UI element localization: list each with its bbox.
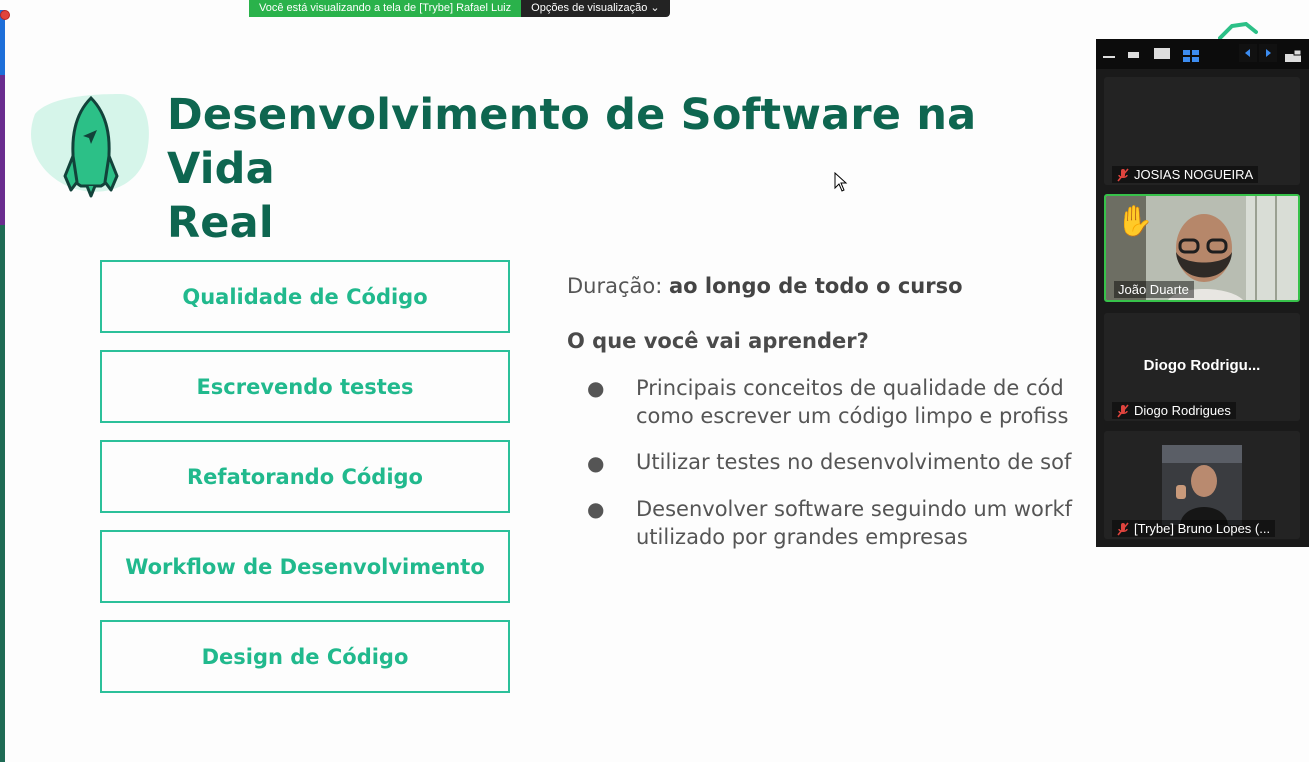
view-options-label: Opções de visualização — [531, 2, 648, 14]
learn-heading: O que você vai aprender? — [567, 329, 869, 353]
viewing-message: Você está visualizando a tela de [Trybe]… — [249, 0, 522, 17]
topic-label: Workflow de Desenvolvimento — [125, 554, 485, 579]
chevron-down-icon: ⌄ — [650, 2, 660, 14]
participant-name-label: João Duarte — [1118, 282, 1189, 297]
bullet-line: Desenvolver software seguindo um workf — [636, 497, 1073, 521]
bullet-item: Principais conceitos de qualidade de cód… — [636, 374, 1096, 430]
duration-label: Duração: — [567, 274, 663, 298]
bullet-item: Utilizar testes no desenvolvimento de so… — [636, 448, 1096, 476]
panel-toolbar — [1096, 39, 1309, 69]
title-line-1: Desenvolvimento de Software na Vida — [167, 90, 977, 194]
topic-label: Refatorando Código — [187, 464, 423, 489]
participant-name: [Trybe] Bruno Lopes (... — [1112, 520, 1276, 537]
topic-box: Workflow de Desenvolvimento — [100, 530, 510, 603]
topic-box: Refatorando Código — [100, 440, 510, 513]
mic-muted-icon — [1117, 167, 1129, 182]
topic-box: Design de Código — [100, 620, 510, 693]
minimize-icon[interactable] — [1103, 56, 1115, 58]
next-page-icon[interactable] — [1259, 44, 1277, 62]
participant-name: João Duarte — [1114, 281, 1194, 298]
video-participants-panel: JOSIAS NOGUEIRA ✋ João Duarte Diogo Rodr… — [1096, 39, 1309, 547]
previous-page-icon[interactable] — [1239, 44, 1257, 62]
participant-tile[interactable]: JOSIAS NOGUEIRA — [1104, 77, 1300, 185]
screen-share-banner: Você está visualizando a tela de [Trybe]… — [249, 0, 670, 17]
participant-center-name: Diogo Rodrigu... — [1143, 357, 1261, 374]
topic-box: Escrevendo testes — [100, 350, 510, 423]
trybe-logo-icon — [1218, 22, 1258, 40]
bullet-dot: ● — [587, 376, 605, 400]
topic-label: Qualidade de Código — [182, 284, 428, 309]
bullet-dot: ● — [587, 497, 605, 521]
mic-muted-icon — [1117, 521, 1129, 536]
topic-label: Design de Código — [201, 644, 409, 669]
bullet-item: Desenvolver software seguindo um workf u… — [636, 495, 1096, 551]
participant-name-label: Diogo Rodrigues — [1134, 403, 1231, 418]
topic-box: Qualidade de Código — [100, 260, 510, 333]
participant-name-label: [Trybe] Bruno Lopes (... — [1134, 521, 1271, 536]
title-line-2: Real — [167, 198, 274, 248]
bullet-line: utilizado por grandes empresas — [636, 525, 968, 549]
small-view-icon[interactable] — [1128, 52, 1139, 58]
view-options-button[interactable]: Opções de visualização ⌄ — [521, 0, 670, 17]
mouse-cursor-icon — [834, 172, 848, 192]
window-edge — [0, 0, 5, 762]
bullet-line: Principais conceitos de qualidade de cód — [636, 376, 1064, 400]
gallery-view-icon[interactable] — [1183, 47, 1199, 62]
bullet-line: como escrever um código limpo e profiss — [636, 404, 1069, 428]
duration-value: ao longo de todo o curso — [669, 274, 963, 298]
video-feed — [1162, 445, 1242, 525]
mic-muted-icon — [1117, 403, 1129, 418]
participant-name: JOSIAS NOGUEIRA — [1112, 166, 1259, 183]
participant-tile[interactable]: [Trybe] Bruno Lopes (... — [1104, 431, 1300, 539]
raised-hand-icon: ✋ — [1116, 204, 1154, 239]
rocket-icon — [25, 92, 155, 198]
bullet-line: Utilizar testes no desenvolvimento de so… — [636, 450, 1072, 474]
slide-title: Desenvolvimento de Software na Vida Real — [167, 88, 1077, 250]
exit-fullscreen-icon[interactable] — [1285, 47, 1302, 62]
topic-label: Escrevendo testes — [196, 374, 414, 399]
participant-tile[interactable]: Diogo Rodrigu... Diogo Rodrigues — [1104, 313, 1300, 421]
window-close-icon[interactable] — [0, 10, 10, 20]
participant-tile-active[interactable]: ✋ João Duarte — [1104, 194, 1300, 302]
speaker-view-icon[interactable] — [1154, 48, 1170, 59]
bullet-dot: ● — [587, 451, 605, 475]
participant-name-label: JOSIAS NOGUEIRA — [1134, 167, 1254, 182]
duration: Duração: ao longo de todo o curso — [567, 274, 963, 298]
participant-name: Diogo Rodrigues — [1112, 402, 1236, 419]
